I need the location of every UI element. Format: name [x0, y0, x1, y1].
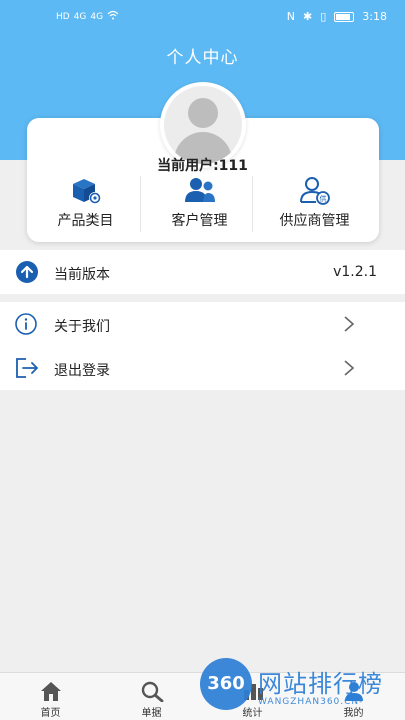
page-title: 个人中心 [166, 48, 239, 68]
quick-action-product-category[interactable]: 产品类目 [27, 174, 144, 234]
wifi-icon [107, 10, 119, 23]
watermark-badge: 360 [200, 658, 252, 710]
version-row: 当前版本 v1.2.1 [0, 250, 405, 294]
nfc-icon: N [286, 10, 296, 23]
quick-action-label: 供应商管理 [279, 213, 350, 229]
watermark-subtitle: WANGZHAN360.CN- [258, 697, 364, 707]
status-right: N ✱ ▯ 3:18 [287, 10, 387, 23]
watermark-title: 网站排行榜 [258, 670, 383, 698]
menu-item-label: 退出登录 [54, 363, 110, 379]
quick-action-customers[interactable]: 客户管理 [141, 174, 258, 234]
menu-item-label: 关于我们 [54, 319, 110, 335]
battery-icon [334, 11, 355, 22]
customers-icon [184, 178, 215, 202]
chevron-right-icon [343, 359, 355, 381]
bluetooth-icon: ✱ [303, 10, 313, 23]
status-left: HD 4G 4G [56, 10, 119, 23]
tab-label: 单据 [141, 708, 162, 719]
signal-hd-icon: HD [56, 11, 70, 22]
quick-action-suppliers[interactable]: 供 供应商管理 [256, 174, 373, 234]
avatar-placeholder [164, 86, 242, 164]
search-icon [141, 681, 163, 702]
upload-arrow-icon [16, 261, 38, 283]
version-value: v1.2.1 [333, 264, 377, 280]
status-bar: HD 4G 4G N ✱ ▯ 3:18 [0, 0, 405, 34]
vibrate-icon: ▯ [320, 10, 327, 23]
watermark-logo: 360 网站排行榜 WANGZHAN360.CN- [196, 656, 405, 720]
tab-documents[interactable]: 单据 [101, 673, 202, 720]
menu-item-about[interactable]: 关于我们 [0, 302, 405, 347]
tab-label: 首页 [40, 708, 61, 719]
current-user-label: 当前用户:111 [157, 158, 248, 174]
avatar-head [188, 98, 218, 128]
home-icon [40, 682, 61, 701]
quick-action-label: 客户管理 [171, 213, 228, 229]
quick-action-label: 产品类目 [57, 213, 114, 229]
svg-text:供: 供 [319, 194, 326, 203]
status-time: 3:18 [362, 10, 387, 23]
version-label: 当前版本 [54, 267, 110, 283]
quick-divider [252, 176, 253, 232]
signal-4g-icon: 4G [73, 11, 87, 22]
chevron-right-icon [343, 315, 355, 337]
tab-home[interactable]: 首页 [0, 673, 101, 720]
menu-list: 关于我们 退出登录 [0, 302, 405, 390]
signal-4g-icon-2: 4G [90, 11, 104, 22]
menu-item-logout[interactable]: 退出登录 [0, 346, 405, 390]
info-icon [14, 312, 38, 340]
product-box-icon [72, 179, 101, 204]
supplier-icon: 供 [299, 177, 330, 205]
logout-icon [14, 356, 40, 384]
